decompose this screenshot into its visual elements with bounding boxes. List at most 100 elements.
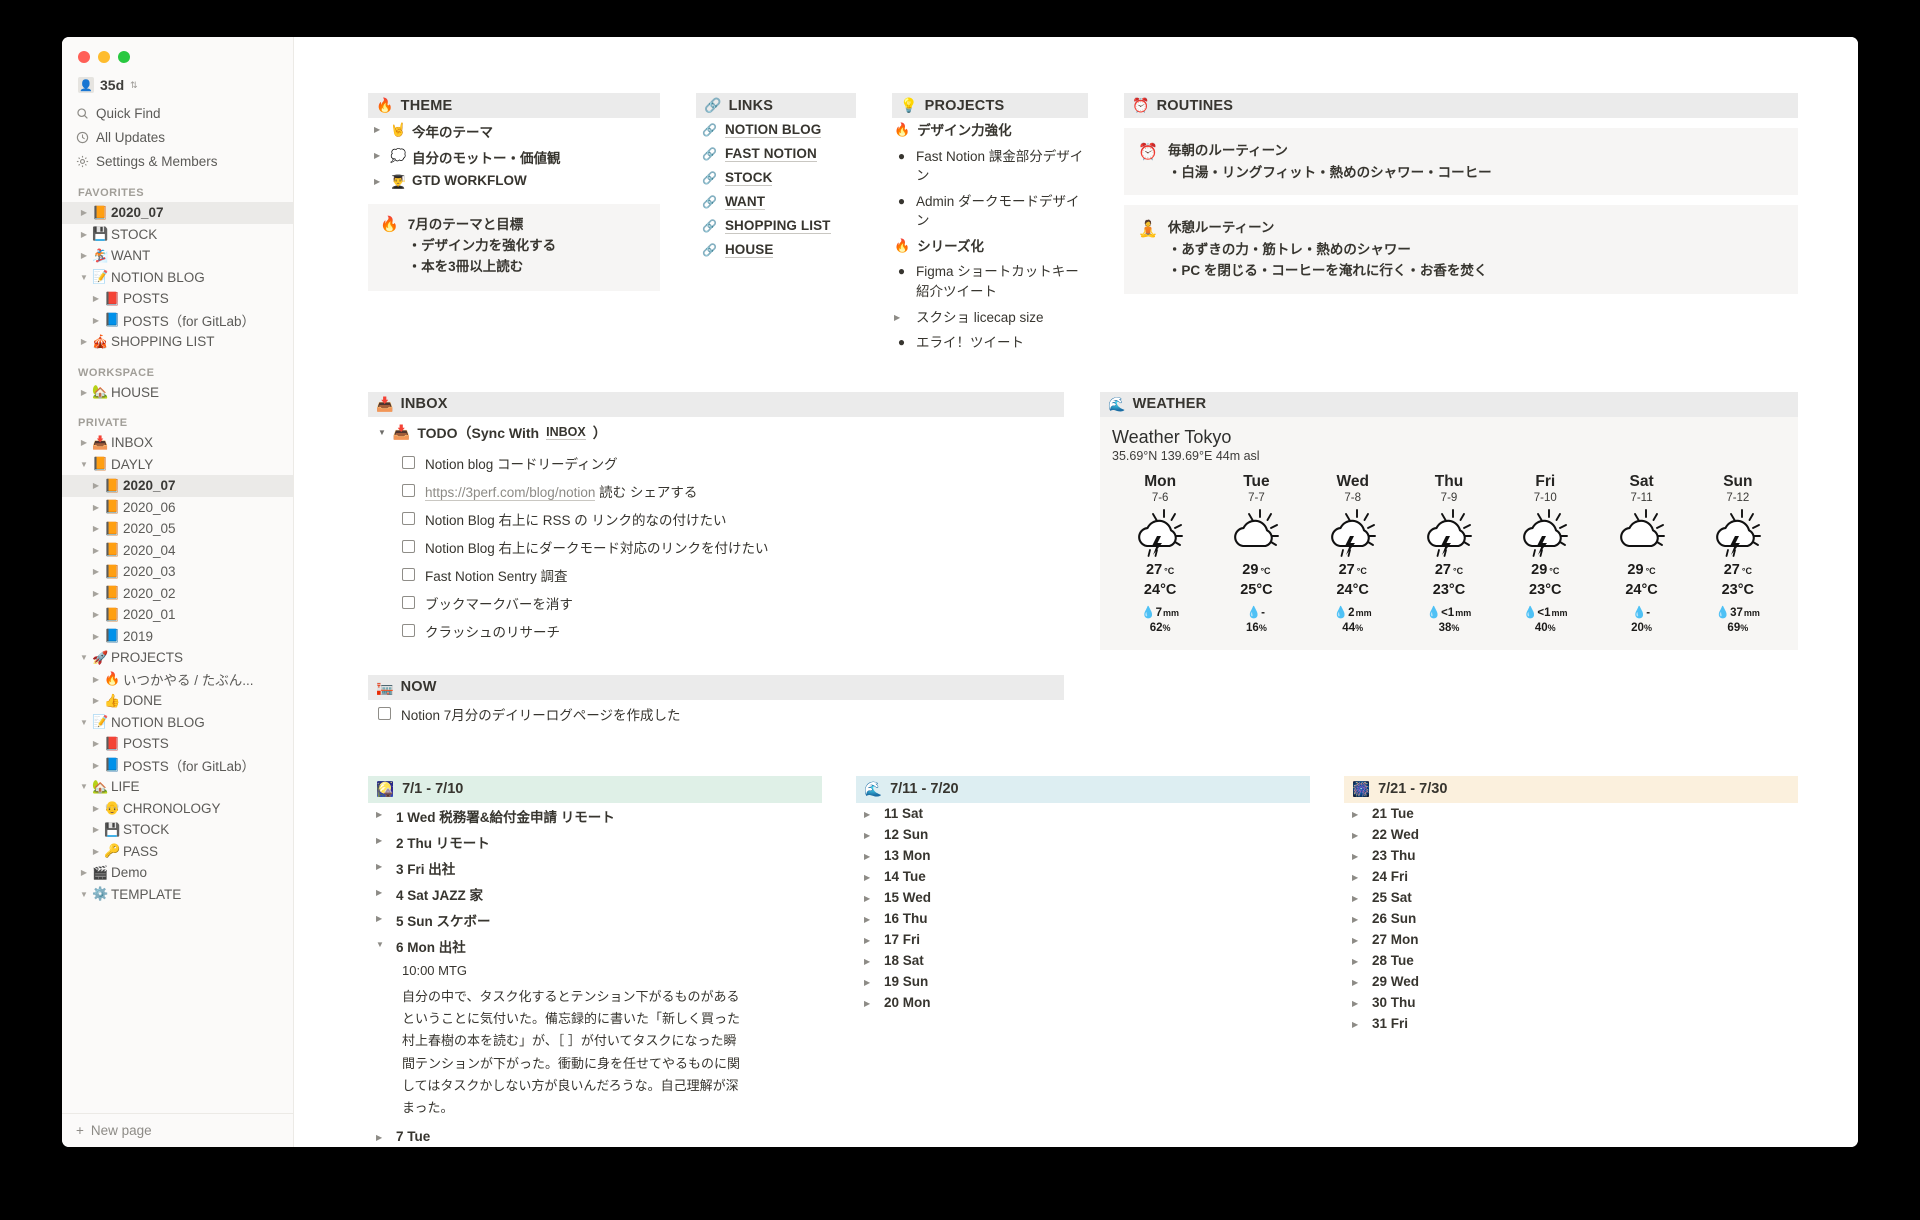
chevron-right-icon[interactable]: ▶ bbox=[1352, 995, 1364, 1008]
chevron-right-icon[interactable]: ▶ bbox=[76, 388, 92, 397]
calendar-day-row[interactable]: ▶ 17 Fri bbox=[856, 929, 1310, 950]
calendar-day-row[interactable]: ▶ 24 Fri bbox=[1344, 866, 1798, 887]
chevron-right-icon[interactable]: ▶ bbox=[88, 294, 104, 303]
close-button[interactable] bbox=[78, 51, 90, 63]
chevron-right-icon[interactable]: ▶ bbox=[1352, 932, 1364, 945]
chevron-right-icon[interactable]: ▶ bbox=[376, 1129, 388, 1142]
sidebar-item-2019[interactable]: ▶ 📘 2019 bbox=[62, 626, 293, 648]
chevron-right-icon[interactable]: ▶ bbox=[376, 884, 388, 897]
chevron-right-icon[interactable]: ▶ bbox=[864, 953, 876, 966]
now-item[interactable]: Notion 7月分のデイリーログページを作成した bbox=[368, 700, 1064, 728]
chevron-right-icon[interactable]: ▶ bbox=[376, 858, 388, 871]
chevron-right-icon[interactable]: ▶ bbox=[88, 847, 104, 856]
calendar-day-row[interactable]: ▶ 11 Sat bbox=[856, 803, 1310, 824]
todo-item[interactable]: Notion blog コードリーディング bbox=[368, 449, 1064, 477]
chevron-right-icon[interactable]: ▶ bbox=[376, 806, 388, 819]
sidebar-item-settings[interactable]: Settings & Members bbox=[62, 149, 293, 173]
chevron-right-icon[interactable]: ▶ bbox=[864, 932, 876, 945]
chevron-right-icon[interactable]: ▶ bbox=[864, 806, 876, 819]
sidebar-item-all-updates[interactable]: All Updates bbox=[62, 125, 293, 149]
theme-row[interactable]: ▶ 👨‍🎓 GTD WORKFLOW bbox=[368, 170, 660, 193]
sidebar-item-2020-07[interactable]: ▶ 📙 2020_07 bbox=[62, 202, 293, 224]
chevron-right-icon[interactable]: ▶ bbox=[864, 995, 876, 1008]
chevron-right-icon[interactable]: ▶ bbox=[374, 173, 390, 186]
sidebar-tree[interactable]: FAVORITES ▶ 📙 2020_07 ▶ 💾 STOCK ▶ 🏂 WANT ▼ 📝 NOTION … bbox=[62, 173, 293, 1113]
calendar-day-row[interactable]: ▶ 18 Sat bbox=[856, 950, 1310, 971]
chevron-right-icon[interactable]: ▶ bbox=[1352, 953, 1364, 966]
calendar-day-row[interactable]: ▶ 5 Sun スケボー bbox=[368, 907, 822, 933]
todo-item[interactable]: クラッシュのリサーチ bbox=[368, 617, 1064, 645]
todo-group-header[interactable]: ▼ 📥 TODO（Sync With INBOX ） bbox=[368, 417, 1064, 449]
chevron-right-icon[interactable]: ▶ bbox=[1352, 806, 1364, 819]
chevron-right-icon[interactable]: ▶ bbox=[88, 825, 104, 834]
theme-row[interactable]: ▶ 🤘 今年のテーマ bbox=[368, 118, 660, 144]
chevron-down-icon[interactable]: ▼ bbox=[378, 428, 386, 437]
sidebar-item-2020-05[interactable]: ▶ 📙 2020_05 bbox=[62, 518, 293, 540]
calendar-day-row[interactable]: ▶ 29 Wed bbox=[1344, 971, 1798, 992]
link-row[interactable]: 🔗 HOUSE bbox=[696, 238, 856, 262]
sidebar-item-dayly[interactable]: ▼ 📙 DAYLY bbox=[62, 454, 293, 476]
chevron-down-icon[interactable]: ▼ bbox=[376, 936, 388, 949]
chevron-right-icon[interactable]: ▶ bbox=[88, 316, 104, 325]
todo-group-link[interactable]: INBOX bbox=[546, 425, 586, 441]
sidebar-item-done[interactable]: ▶ 👍 DONE bbox=[62, 690, 293, 712]
project-row[interactable]: ▶ スクショ licecap size bbox=[892, 305, 1088, 331]
chevron-right-icon[interactable]: ▶ bbox=[1352, 869, 1364, 882]
theme-row[interactable]: ▶ 💭 自分のモットー・価値観 bbox=[368, 144, 660, 170]
checkbox[interactable] bbox=[402, 512, 415, 526]
checkbox[interactable] bbox=[378, 707, 391, 721]
chevron-right-icon[interactable]: ▶ bbox=[1352, 827, 1364, 840]
chevron-right-icon[interactable]: ▶ bbox=[88, 632, 104, 641]
sidebar-item-2020-03[interactable]: ▶ 📙 2020_03 bbox=[62, 561, 293, 583]
calendar-day-row[interactable]: ▶ 13 Mon bbox=[856, 845, 1310, 866]
checkbox[interactable] bbox=[402, 484, 415, 498]
project-row[interactable]: ● Figma ショートカットキー紹介ツイート bbox=[892, 259, 1088, 304]
link-label[interactable]: NOTION BLOG bbox=[724, 122, 822, 138]
sidebar-item-stock[interactable]: ▶ 💾 STOCK bbox=[62, 819, 293, 841]
chevron-right-icon[interactable]: ▶ bbox=[88, 503, 104, 512]
zoom-button[interactable] bbox=[118, 51, 130, 63]
project-row[interactable]: ● エライ！ツイート bbox=[892, 330, 1088, 356]
chevron-right-icon[interactable]: ▶ bbox=[374, 147, 390, 160]
sidebar-item-2020-06[interactable]: ▶ 📙 2020_06 bbox=[62, 497, 293, 519]
chevron-right-icon[interactable]: ▶ bbox=[76, 251, 92, 260]
chevron-down-icon[interactable]: ▼ bbox=[76, 460, 92, 469]
calendar-day-row[interactable]: ▶ 14 Tue bbox=[856, 866, 1310, 887]
chevron-right-icon[interactable]: ▶ bbox=[76, 438, 92, 447]
sidebar-item-inbox[interactable]: ▶ 📥 INBOX bbox=[62, 432, 293, 454]
calendar-day-row[interactable]: ▶ 23 Thu bbox=[1344, 845, 1798, 866]
calendar-day-row[interactable]: ▼ 6 Mon 出社 bbox=[368, 933, 822, 959]
chevron-right-icon[interactable]: ▶ bbox=[88, 567, 104, 576]
chevron-right-icon[interactable]: ▶ bbox=[88, 524, 104, 533]
link-label[interactable]: SHOPPING LIST bbox=[724, 218, 831, 234]
project-row[interactable]: 🔥 デザイン力強化 bbox=[892, 118, 1088, 144]
sidebar-item-demo[interactable]: ▶ 🎬 Demo bbox=[62, 862, 293, 884]
checkbox[interactable] bbox=[402, 456, 415, 470]
todo-item[interactable]: Notion Blog 右上に RSS の リンク的なの付けたい bbox=[368, 505, 1064, 533]
chevron-right-icon[interactable]: ▶ bbox=[1352, 911, 1364, 924]
link-label[interactable]: HOUSE bbox=[724, 242, 774, 258]
link-label[interactable]: STOCK bbox=[724, 170, 773, 186]
todo-item[interactable]: Fast Notion Sentry 調査 bbox=[368, 561, 1064, 589]
sidebar-item-shopping-list[interactable]: ▶ 🎪 SHOPPING LIST bbox=[62, 331, 293, 353]
sidebar-item-[interactable]: ▶ 🔥 いつかやる / たぶん... bbox=[62, 669, 293, 691]
todo-item[interactable]: Notion Blog 右上にダークモード対応のリンクを付けたい bbox=[368, 533, 1064, 561]
chevron-right-icon[interactable]: ▶ bbox=[88, 696, 104, 705]
todo-item[interactable]: ブックマークバーを消す bbox=[368, 589, 1064, 617]
sidebar-item-2020-02[interactable]: ▶ 📙 2020_02 bbox=[62, 583, 293, 605]
link-row[interactable]: 🔗 STOCK bbox=[696, 166, 856, 190]
sidebar-item-projects[interactable]: ▼ 🚀 PROJECTS bbox=[62, 647, 293, 669]
sidebar-item-posts-for-gitlab[interactable]: ▶ 📘 POSTS（for GitLab） bbox=[62, 310, 293, 332]
calendar-day-row[interactable]: ▶ 30 Thu bbox=[1344, 992, 1798, 1013]
checkbox[interactable] bbox=[402, 540, 415, 554]
calendar-day-row[interactable]: ▶ 12 Sun bbox=[856, 824, 1310, 845]
chevron-right-icon[interactable]: ▶ bbox=[864, 890, 876, 903]
calendar-day-row[interactable]: ▶ 2 Thu リモート bbox=[368, 829, 822, 855]
sidebar-item-posts[interactable]: ▶ 📕 POSTS bbox=[62, 288, 293, 310]
chevron-down-icon[interactable]: ▼ bbox=[76, 273, 92, 282]
sidebar-item-2020-07[interactable]: ▶ 📙 2020_07 bbox=[62, 475, 293, 497]
chevron-right-icon[interactable]: ▶ bbox=[894, 308, 909, 324]
project-row[interactable]: 🔥 シリーズ化 bbox=[892, 234, 1088, 260]
sidebar-item-want[interactable]: ▶ 🏂 WANT bbox=[62, 245, 293, 267]
calendar-day-row[interactable]: ▶ 21 Tue bbox=[1344, 803, 1798, 824]
